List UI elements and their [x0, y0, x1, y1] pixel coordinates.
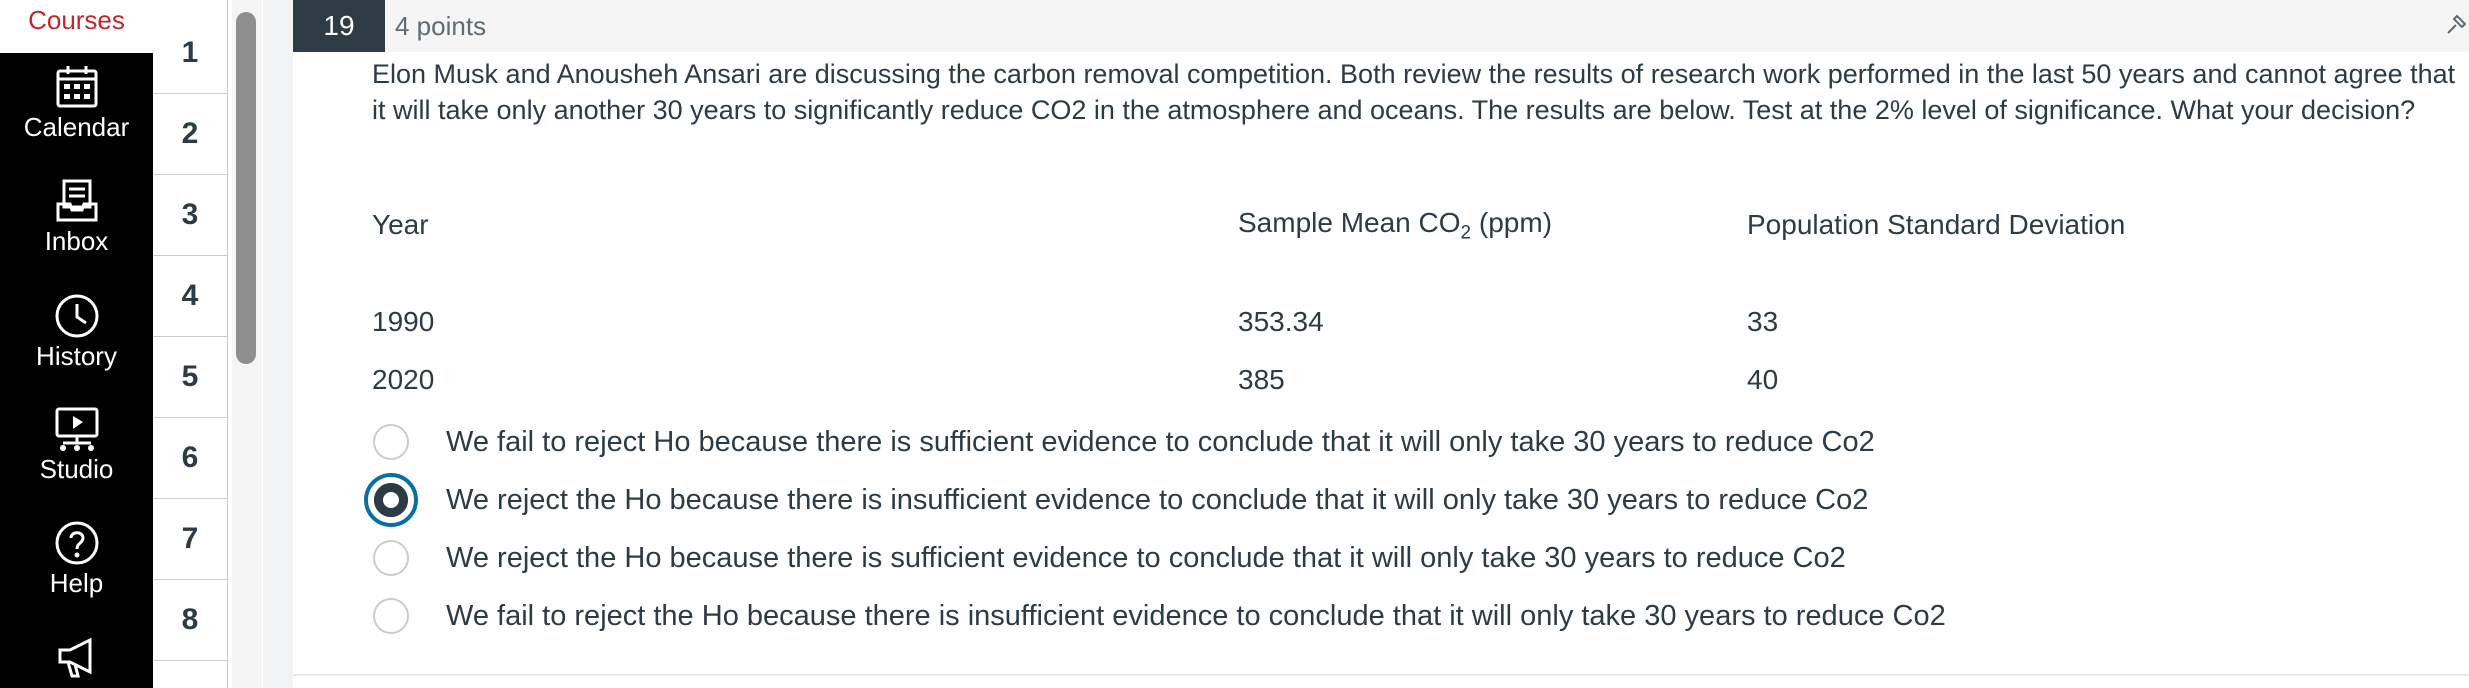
question-divider [293, 674, 2469, 676]
help-icon [55, 521, 98, 565]
question-nav-item[interactable]: 4 [153, 256, 227, 337]
nav-calendar-label: Calendar [23, 112, 130, 142]
nav-courses-label: Courses [28, 5, 125, 35]
question-nav-divider [227, 0, 228, 688]
table-header-year: Year [372, 209, 429, 240]
nav-inbox[interactable]: Inbox [0, 178, 153, 257]
nav-studio[interactable]: Studio [0, 406, 153, 485]
answer-radio[interactable] [373, 540, 409, 576]
question-header-bar [385, 0, 2469, 52]
table-cell-year: 2020 [372, 364, 435, 395]
question-nav-item[interactable]: 8 [153, 580, 227, 661]
question-text: Elon Musk and Anousheh Ansari are discus… [372, 59, 2456, 125]
table-cell-mean: 385 [1238, 364, 1285, 395]
table-cell-sd: 40 [1747, 364, 1779, 395]
answer-radio-checked[interactable] [364, 473, 418, 527]
table-cell-year: 1990 [372, 306, 435, 337]
nav-history-label: History [36, 341, 117, 371]
global-nav: Courses Calendar Inbox History Studio He… [0, 0, 153, 688]
answer-label[interactable]: We fail to reject the Ho because there i… [446, 589, 1946, 643]
megaphone-icon [58, 637, 91, 678]
nav-history[interactable]: History [0, 293, 153, 372]
table-header-mean-suffix: (ppm) [1471, 207, 1553, 238]
question-nav-scroll-thumb[interactable] [236, 12, 256, 364]
question-nav-item[interactable]: 2 [153, 94, 227, 175]
question-nav-item[interactable]: 6 [153, 418, 227, 499]
table-header-mean-subscript: 2 [1460, 222, 1472, 244]
table-cell-sd: 33 [1747, 306, 1779, 337]
nav-calendar[interactable]: Calendar [0, 64, 153, 143]
studio-icon [55, 407, 98, 451]
question-nav-item[interactable]: 1 [153, 13, 227, 94]
nav-inbox-label: Inbox [44, 226, 109, 256]
question-nav-item[interactable]: 7 [153, 499, 227, 580]
answer-label[interactable]: We reject the Ho because there is insuff… [446, 473, 1868, 527]
table-header-sd: Population Standard Deviation [1747, 209, 2126, 240]
inbox-icon [56, 179, 97, 222]
table-header-mean: Sample Mean CO2 (ppm) [1238, 207, 1552, 245]
table-cell-mean: 353.34 [1238, 306, 1324, 337]
table-header-mean-prefix: Sample Mean CO [1238, 207, 1461, 238]
answer-label[interactable]: We fail to reject Ho because there is su… [446, 415, 1875, 469]
question-nav-item[interactable]: 3 [153, 175, 227, 256]
answer-option-selected[interactable]: We reject the Ho because there is insuff… [360, 473, 2440, 527]
answer-option[interactable]: We reject the Ho because there is suffic… [360, 531, 2440, 585]
nav-courses[interactable]: Courses [0, 0, 153, 53]
answer-option[interactable]: We fail to reject the Ho because there i… [360, 589, 2440, 643]
answer-radio[interactable] [373, 424, 409, 460]
question-points: 4 points [395, 11, 487, 41]
answer-option[interactable]: We fail to reject Ho because there is su… [360, 415, 2440, 469]
nav-help-label: Help [49, 568, 104, 598]
pin-icon[interactable] [2445, 14, 2467, 36]
nav-studio-label: Studio [39, 454, 114, 484]
calendar-icon [56, 66, 97, 108]
nav-announcements[interactable] [0, 634, 153, 680]
question-number-badge: 19 [293, 0, 385, 52]
clock-icon [55, 294, 98, 338]
answer-radio[interactable] [373, 598, 409, 634]
question-nav-item[interactable]: 5 [153, 337, 227, 418]
answer-label[interactable]: We reject the Ho because there is suffic… [446, 531, 1846, 585]
nav-help[interactable]: Help [0, 520, 153, 599]
content-gutter [263, 0, 293, 688]
